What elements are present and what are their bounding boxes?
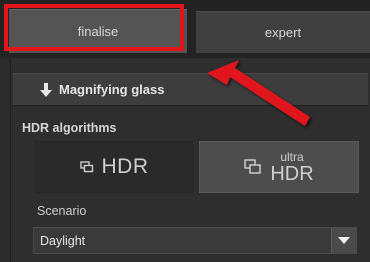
arrow-down-icon	[40, 82, 52, 97]
chevron-down-icon	[338, 236, 350, 244]
tab-expert[interactable]: expert	[196, 11, 370, 53]
scenario-select-value: Daylight	[40, 233, 86, 248]
ultra-label: ultra	[280, 149, 304, 164]
tab-finalise-label: finalise	[77, 23, 119, 39]
copy-icon	[244, 159, 262, 174]
magnifying-glass-button[interactable]: Magnifying glass	[13, 73, 368, 106]
dropdown-caret[interactable]	[331, 228, 356, 253]
ultra-hdr-option-button[interactable]: ultra HDR	[199, 141, 359, 193]
hdr-algorithms-title: HDR algorithms	[22, 121, 117, 135]
ultra-hdr-label: HDR	[270, 162, 314, 185]
hdr-option-button[interactable]: HDR	[35, 141, 193, 193]
tab-bar: finalise expert	[0, 0, 370, 58]
hdr-option-label: HDR	[101, 155, 149, 178]
tab-expert-label: expert	[264, 24, 302, 40]
magnifying-glass-label: Magnifying glass	[59, 82, 165, 97]
copy-icon	[79, 161, 93, 173]
scenario-label: Scenario	[37, 204, 87, 218]
tab-finalise[interactable]: finalise	[9, 9, 187, 53]
scenario-select[interactable]: Daylight	[33, 227, 357, 254]
